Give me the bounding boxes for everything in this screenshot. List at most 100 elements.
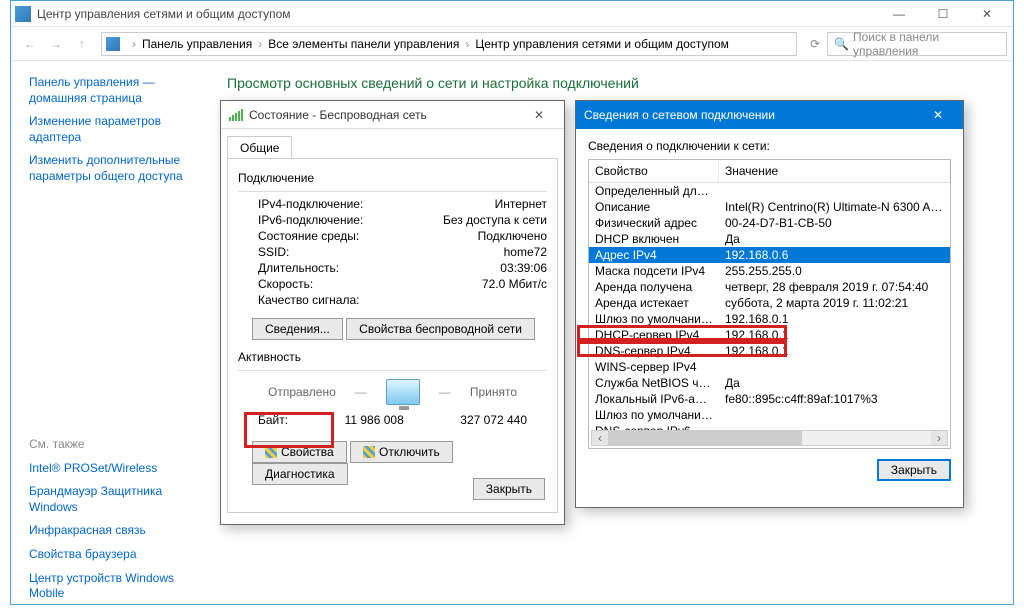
page-heading: Просмотр основных сведений о сети и наст…: [227, 75, 997, 91]
scroll-track[interactable]: [608, 431, 931, 445]
details-row[interactable]: Физический адрес00-24-D7-B1-CB-50: [589, 215, 950, 231]
column-property[interactable]: Свойство: [589, 160, 719, 182]
column-value[interactable]: Значение: [719, 160, 950, 182]
diagnose-button[interactable]: Диагностика: [252, 463, 348, 485]
details-key: Адрес IPv4: [589, 247, 719, 263]
sidebar-link-advanced-sharing[interactable]: Изменить дополнительные параметры общего…: [29, 153, 201, 184]
details-row[interactable]: Шлюз по умолчанию IP...192.168.0.1: [589, 311, 950, 327]
bytes-label: Байт:: [258, 413, 288, 427]
status-value: Интернет: [495, 197, 547, 211]
dialog-title: Сведения о сетевом подключении: [584, 108, 921, 122]
back-button[interactable]: ←: [17, 31, 43, 57]
details-row[interactable]: Аренда полученачетверг, 28 февраля 2019 …: [589, 279, 950, 295]
sidebar-link-home[interactable]: Панель управления — домашняя страница: [29, 75, 201, 106]
details-row[interactable]: Маска подсети IPv4255.255.255.0: [589, 263, 950, 279]
details-label: Сведения о подключении к сети:: [588, 139, 951, 153]
details-value: [719, 183, 950, 199]
close-button[interactable]: Закрыть: [473, 478, 545, 500]
close-button[interactable]: Закрыть: [877, 459, 951, 481]
horizontal-scrollbar[interactable]: ‹ ›: [591, 430, 948, 446]
scroll-left-button[interactable]: ‹: [592, 431, 608, 445]
sidebar-link-intel-proset[interactable]: Intel® PROSet/Wireless: [29, 461, 201, 477]
breadcrumb-item[interactable]: Все элементы панели управления: [268, 37, 459, 51]
disable-button[interactable]: Отключить: [350, 441, 453, 463]
sidebar-link-windows-mobile[interactable]: Центр устройств Windows Mobile: [29, 571, 201, 602]
dialog-close-button[interactable]: ✕: [921, 104, 955, 126]
details-key: Локальный IPv6-адрес...: [589, 391, 719, 407]
breadcrumb-item[interactable]: Панель управления: [142, 37, 252, 51]
details-value: 192.168.0.1: [719, 343, 950, 359]
window-controls: — ☐ ✕: [877, 3, 1009, 25]
details-key: DHCP-сервер IPv4: [589, 327, 719, 343]
sidebar-link-firewall[interactable]: Брандмауэр Защитника Windows: [29, 484, 201, 515]
dialog-title: Состояние - Беспроводная сеть: [249, 108, 522, 122]
shield-icon: [363, 446, 375, 458]
details-key: DNS-сервер IPv4: [589, 343, 719, 359]
details-value: Да: [719, 231, 950, 247]
navbar: ← → ↑ › Панель управления › Все элементы…: [11, 27, 1013, 61]
bytes-recv-value: 327 072 440: [460, 413, 527, 427]
tab-strip: Общие: [221, 129, 564, 158]
properties-button[interactable]: Свойства: [252, 441, 347, 463]
sidebar-link-adapter-settings[interactable]: Изменение параметров адаптера: [29, 114, 201, 145]
details-row[interactable]: Шлюз по умолчанию IP...: [589, 407, 950, 423]
details-key: Определенный для по...: [589, 183, 719, 199]
forward-button[interactable]: →: [43, 31, 69, 57]
connection-details-dialog: Сведения о сетевом подключении ✕ Сведени…: [575, 100, 964, 508]
details-value: суббота, 2 марта 2019 г. 11:02:21: [719, 295, 950, 311]
details-key: DHCP включен: [589, 231, 719, 247]
titlebar: Центр управления сетями и общим доступом…: [11, 1, 1013, 27]
details-row[interactable]: DHCP включенДа: [589, 231, 950, 247]
details-value: 00-24-D7-B1-CB-50: [719, 215, 950, 231]
maximize-button[interactable]: ☐: [921, 3, 965, 25]
minimize-button[interactable]: —: [877, 3, 921, 25]
status-key: IPv4-подключение:: [258, 197, 363, 211]
details-list: Свойство Значение Определенный для по...…: [588, 159, 951, 449]
details-value: fe80::895c:c4ff:89af:1017%3: [719, 391, 950, 407]
details-value: 255.255.255.0: [719, 263, 950, 279]
details-value: 192.168.0.1: [719, 327, 950, 343]
details-key: Физический адрес: [589, 215, 719, 231]
details-row[interactable]: Аренда истекаетсуббота, 2 марта 2019 г. …: [589, 295, 950, 311]
details-row[interactable]: Адрес IPv4192.168.0.6: [589, 247, 950, 263]
scroll-right-button[interactable]: ›: [931, 431, 947, 445]
details-row[interactable]: DNS-сервер IPv4192.168.0.1: [589, 343, 950, 359]
scroll-thumb[interactable]: [608, 431, 802, 445]
details-row[interactable]: WINS-сервер IPv4: [589, 359, 950, 375]
chevron-right-icon: ›: [459, 37, 475, 51]
details-key: Аренда истекает: [589, 295, 719, 311]
shield-icon: [265, 446, 277, 458]
details-row[interactable]: Служба NetBIOS через...Да: [589, 375, 950, 391]
status-value: 03:39:06: [500, 261, 547, 275]
activity-group-label: Активность: [238, 350, 547, 364]
details-value: Intel(R) Centrino(R) Ultimate-N 6300 AGN: [719, 199, 950, 215]
sidebar-link-browser-props[interactable]: Свойства браузера: [29, 547, 201, 563]
refresh-button[interactable]: ⟳: [803, 37, 827, 51]
breadcrumb-bar[interactable]: › Панель управления › Все элементы панел…: [101, 32, 797, 56]
status-value: home72: [504, 245, 547, 259]
dialog-close-button[interactable]: ✕: [522, 104, 556, 126]
close-button[interactable]: ✕: [965, 3, 1009, 25]
status-key: IPv6-подключение:: [258, 213, 363, 227]
details-value: 192.168.0.6: [719, 247, 950, 263]
search-placeholder: Поиск в панели управления: [853, 30, 1000, 58]
received-label: Принято: [470, 385, 517, 399]
details-value: [719, 359, 950, 375]
breadcrumb-item[interactable]: Центр управления сетями и общим доступом: [475, 37, 729, 51]
details-row[interactable]: DHCP-сервер IPv4192.168.0.1: [589, 327, 950, 343]
details-value: четверг, 28 февраля 2019 г. 07:54:40: [719, 279, 950, 295]
details-row[interactable]: Локальный IPv6-адрес...fe80::895c:c4ff:8…: [589, 391, 950, 407]
details-row[interactable]: ОписаниеIntel(R) Centrino(R) Ultimate-N …: [589, 199, 950, 215]
tab-body: Подключение IPv4-подключение:ИнтернетIPv…: [227, 158, 558, 513]
details-row[interactable]: Определенный для по...: [589, 183, 950, 199]
chevron-right-icon: ›: [252, 37, 268, 51]
see-also-label: См. также: [29, 437, 201, 451]
wireless-properties-button[interactable]: Свойства беспроводной сети: [346, 318, 535, 340]
app-icon: [15, 6, 31, 22]
search-input[interactable]: 🔍 Поиск в панели управления: [827, 32, 1007, 56]
sidebar-link-infrared[interactable]: Инфракрасная связь: [29, 523, 201, 539]
details-key: WINS-сервер IPv4: [589, 359, 719, 375]
details-button[interactable]: Сведения...: [252, 318, 343, 340]
tab-general[interactable]: Общие: [227, 136, 292, 159]
up-button[interactable]: ↑: [69, 31, 95, 57]
